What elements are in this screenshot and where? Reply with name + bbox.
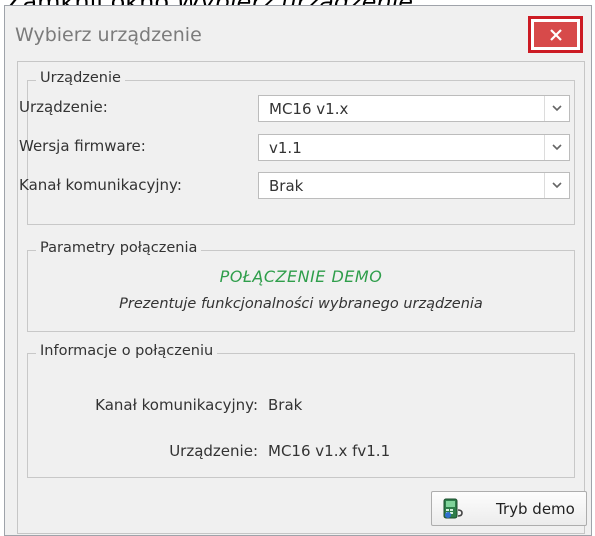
demo-mode-description: Prezentuje funkcjonalności wybranego urz…	[119, 296, 483, 312]
device-group-legend: Urządzenie	[36, 70, 125, 86]
channel-select-value: Brak	[269, 177, 304, 195]
device-select-toggle[interactable]	[544, 96, 569, 121]
select-device-dialog: Wybierz urządzenie Urządzenie Urządzenie…	[4, 5, 592, 536]
demo-mode-button-label: Tryb demo	[496, 500, 575, 518]
chevron-down-icon	[552, 144, 562, 151]
dialog-title: Wybierz urządzenie	[15, 24, 202, 46]
firmware-label: Wersja firmware:	[19, 137, 146, 155]
channel-select-toggle[interactable]	[544, 173, 569, 198]
chevron-down-icon	[552, 105, 562, 112]
device-select-value: MC16 v1.x	[269, 100, 349, 118]
info-device-value: MC16 v1.x fv1.1	[268, 442, 391, 460]
demo-mode-button[interactable]: Tryb demo	[431, 491, 587, 526]
info-channel-label: Kanał komunikacyjny:	[95, 396, 258, 414]
close-button[interactable]	[528, 16, 583, 53]
info-channel-value: Brak	[268, 396, 303, 414]
connection-params-legend: Parametry połączenia	[36, 240, 202, 256]
demo-mode-title: POŁĄCZENIE DEMO	[219, 267, 383, 286]
connection-info-group: Informacje o połączeniu Kanał komunikacy…	[27, 343, 575, 478]
channel-label: Kanał komunikacyjny:	[19, 176, 182, 194]
channel-select[interactable]: Brak	[258, 172, 570, 199]
dialog-body: Urządzenie Urządzenie: MC16 v1.x Wersja …	[17, 61, 585, 534]
device-select[interactable]: MC16 v1.x	[258, 95, 570, 122]
device-demo-icon	[443, 498, 463, 519]
connection-params-group: Parametry połączenia POŁĄCZENIE DEMO Pre…	[27, 240, 575, 332]
device-group: Urządzenie Urządzenie: MC16 v1.x Wersja …	[19, 70, 575, 225]
close-icon	[549, 28, 562, 41]
connection-info-legend: Informacje o połączeniu	[36, 343, 218, 359]
chevron-down-icon	[552, 182, 562, 189]
firmware-select-value: v1.1	[269, 139, 302, 157]
dialog-titlebar: Wybierz urządzenie	[5, 6, 591, 64]
device-label: Urządzenie:	[19, 98, 108, 116]
firmware-select-toggle[interactable]	[544, 135, 569, 160]
info-device-label: Urządzenie:	[169, 442, 258, 460]
close-button-face[interactable]	[534, 22, 577, 47]
firmware-select[interactable]: v1.1	[258, 134, 570, 161]
